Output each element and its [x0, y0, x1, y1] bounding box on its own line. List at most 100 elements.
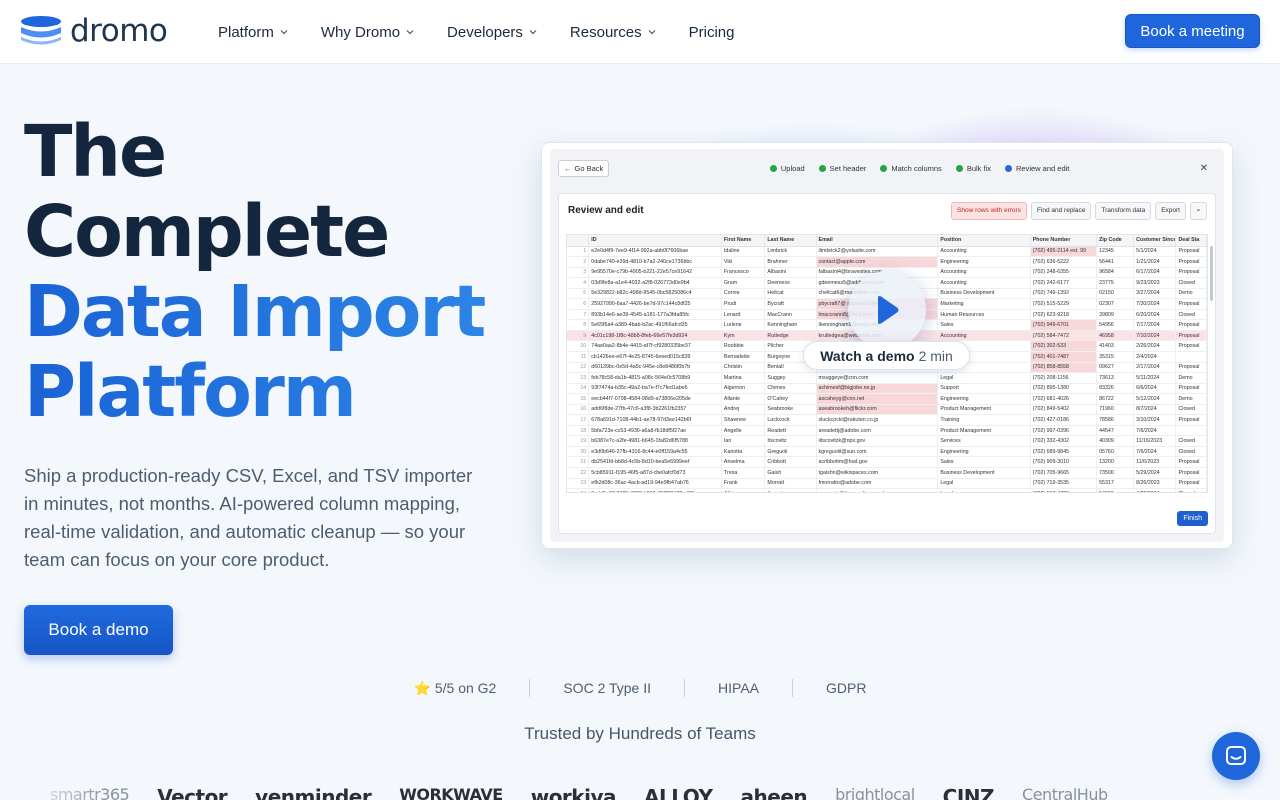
table-cell: 40309 [1096, 435, 1135, 447]
table-cell: 678a691d-7108-44b1-ae78-97d3ee142b6f [588, 414, 722, 426]
table-row: 22 5cb85911-f195-46f5-a87d-cbe0afcf0d73 Tr… [567, 467, 1207, 479]
table-cell: 18 [567, 425, 590, 437]
table-cell: 11 [567, 351, 590, 363]
table-cell: Rutledge [764, 330, 817, 342]
brand-logo[interactable]: dromo [20, 13, 168, 49]
close-icon: ✕ [1199, 163, 1208, 174]
table-cell: MacCrann [764, 309, 817, 321]
grid-column-header: Position [937, 235, 1031, 247]
table-cell: Proposal [1175, 478, 1207, 490]
table-cell: 25927990-6aa7-4426-be7d-97c144c8df25 [588, 298, 722, 310]
table-cell: 20 [567, 446, 590, 458]
table-cell: sluckcocki@rakuten.co.jp [816, 414, 939, 426]
table-cell: (702) 515-5229 [1030, 298, 1098, 310]
table-cell: 5e329822-b82c-498d-9545-0bc5825086c4 [588, 288, 722, 300]
table-cell: Business Development [937, 288, 1031, 300]
panel-title: Review and edit [568, 205, 644, 216]
check-icon [818, 164, 826, 172]
table-cell: 19 [567, 435, 590, 447]
customer-logo: ALLOY [644, 785, 713, 800]
table-cell: 893b14e6-ae39-4545-a181-177a3fda85fc [588, 309, 722, 321]
table-cell: 3/27/2024 [1133, 288, 1177, 300]
table-cell: 13200 [1096, 456, 1135, 468]
table-row: 16 add6f8de-27fb-47c6-a3f8-3b2261fb2357 An… [567, 404, 1207, 416]
table-cell: 03d9fe8a-a1e4-4032-a2f8-026773d0e9b4 [588, 277, 722, 289]
chat-launcher-button[interactable] [1212, 732, 1260, 780]
brand-name: dromo [70, 13, 168, 49]
table-row: 20 e3d0b646-27fb-4316-8c44-e0ff159a4c55 Ka… [567, 446, 1207, 458]
table-cell: ilimbrick2@yolasite.com [816, 246, 939, 258]
check-icon [880, 164, 888, 172]
table-cell: Kariotta [721, 446, 766, 458]
table-cell: Proposal [1175, 414, 1207, 426]
table-cell: Training [937, 414, 1031, 426]
table-cell: Cornie [721, 288, 766, 300]
table-cell: Frank [721, 478, 766, 490]
step-label: Bulk fix [966, 163, 991, 173]
table-cell: feb78c58-da1b-4815-a08c-564e0c5708b9 [588, 372, 722, 384]
table-cell: add6f8de-27fb-47c6-a3f8-3b2261fb2357 [588, 404, 722, 416]
table-cell: eecb44f7-0798-4584-98d9-a73806e205de [588, 393, 722, 405]
table-cell: 44547 [1096, 425, 1135, 437]
nav-developers[interactable]: Developers [447, 24, 537, 41]
table-cell: 71960 [1096, 404, 1135, 416]
table-cell: Proposal [1175, 298, 1207, 310]
table-cell: (702) 427-0186 [1030, 414, 1098, 426]
table-cell: 7/30/2024 [1133, 298, 1177, 310]
hero-title-line: The [24, 110, 167, 193]
table-cell: (702) 858-8558 [1030, 362, 1098, 374]
book-demo-button[interactable]: Book a demo [24, 605, 173, 655]
nav-why-dromo[interactable]: Why Dromo [321, 24, 414, 41]
table-cell: Angelle [721, 425, 766, 437]
badge-hipaa: HIPAA [718, 680, 759, 696]
watch-demo-pill[interactable]: Watch a demo 2 min [803, 341, 970, 370]
nav-pricing[interactable]: Pricing [689, 24, 735, 41]
table-cell: Readett [764, 425, 817, 437]
table-cell: e3d0b646-27fb-4316-8c44-e0ff159a4c55 [588, 446, 722, 458]
table-cell: 9e95570e-c79b-4905-b221-22e57ce91642 [588, 267, 722, 279]
table-cell: 4c01c198-1f8c-48b8-8feb-66e57fe3d924 [588, 330, 722, 342]
table-cell: (702) 332-4302 [1030, 435, 1098, 447]
table-cell: 83326 [1096, 383, 1135, 395]
table-cell: Proposal [1175, 330, 1207, 342]
grid-column-header: Zip Code [1096, 235, 1135, 247]
table-cell: 6/17/2024 [1133, 267, 1177, 279]
table-cell: (702) 689-9845 [1030, 446, 1098, 458]
table-cell: 9 [567, 330, 590, 342]
logo-fade [24, 771, 104, 800]
transform-data-button: Transform data [1095, 202, 1152, 220]
table-cell: Suggey [764, 372, 817, 384]
table-cell: Kym [721, 330, 766, 342]
table-cell: 5bfa723e-cc53-4936-a6a8-fb18df5f27ae [588, 425, 722, 437]
table-cell: iitscovitzk@nps.gov [816, 435, 939, 447]
table-cell: 5e65f6a4-a389-4bab-b2ac-491f66afcd35 [588, 319, 722, 331]
table-cell: Limbrick [764, 246, 817, 258]
step-label: Review and edit [1016, 163, 1070, 173]
table-cell: acribbottm@hud.gov [816, 456, 939, 468]
table-row: 14 93f7474a-b35c-49a2-ba7e-f7c7fed1abe6 Al… [567, 383, 1207, 395]
table-cell: Demo [1175, 372, 1207, 384]
table-cell: (702) 242-6177 [1030, 277, 1098, 289]
table-cell: 5cb85911-f195-46f5-a87d-cbe0afcf0d73 [588, 467, 722, 479]
book-meeting-button[interactable]: Book a meeting [1125, 14, 1260, 48]
badge-g2: ⭐ 5/5 on G2 [413, 679, 497, 696]
table-cell: Proposal [1175, 383, 1207, 395]
table-cell: (702) 623-9218 [1030, 309, 1098, 321]
table-cell: Deemess [764, 277, 817, 289]
table-cell: 5/29/2024 [1133, 467, 1177, 479]
nav-platform[interactable]: Platform [218, 24, 288, 41]
table-cell: Accounting [937, 246, 1031, 258]
step-upload: Upload [769, 164, 805, 173]
table-cell: (702) 705-9665 [1030, 467, 1098, 479]
table-cell: Closed [1175, 277, 1207, 289]
play-button[interactable] [848, 271, 926, 349]
table-cell: 22 [567, 467, 590, 479]
grid-header-row: ID First Name Last Name Email Position Phone … [567, 235, 1207, 247]
nav-resources[interactable]: Resources [570, 24, 656, 41]
table-cell: 6 [567, 298, 590, 310]
step-label: Set header [829, 163, 867, 173]
table-cell: Proposal [1175, 362, 1207, 374]
table-cell [1175, 351, 1207, 363]
table-row: 243edd5a92-8425-4808-b860-45722fd78ad20A… [567, 488, 1207, 492]
table-cell: Proposal [1175, 340, 1207, 352]
